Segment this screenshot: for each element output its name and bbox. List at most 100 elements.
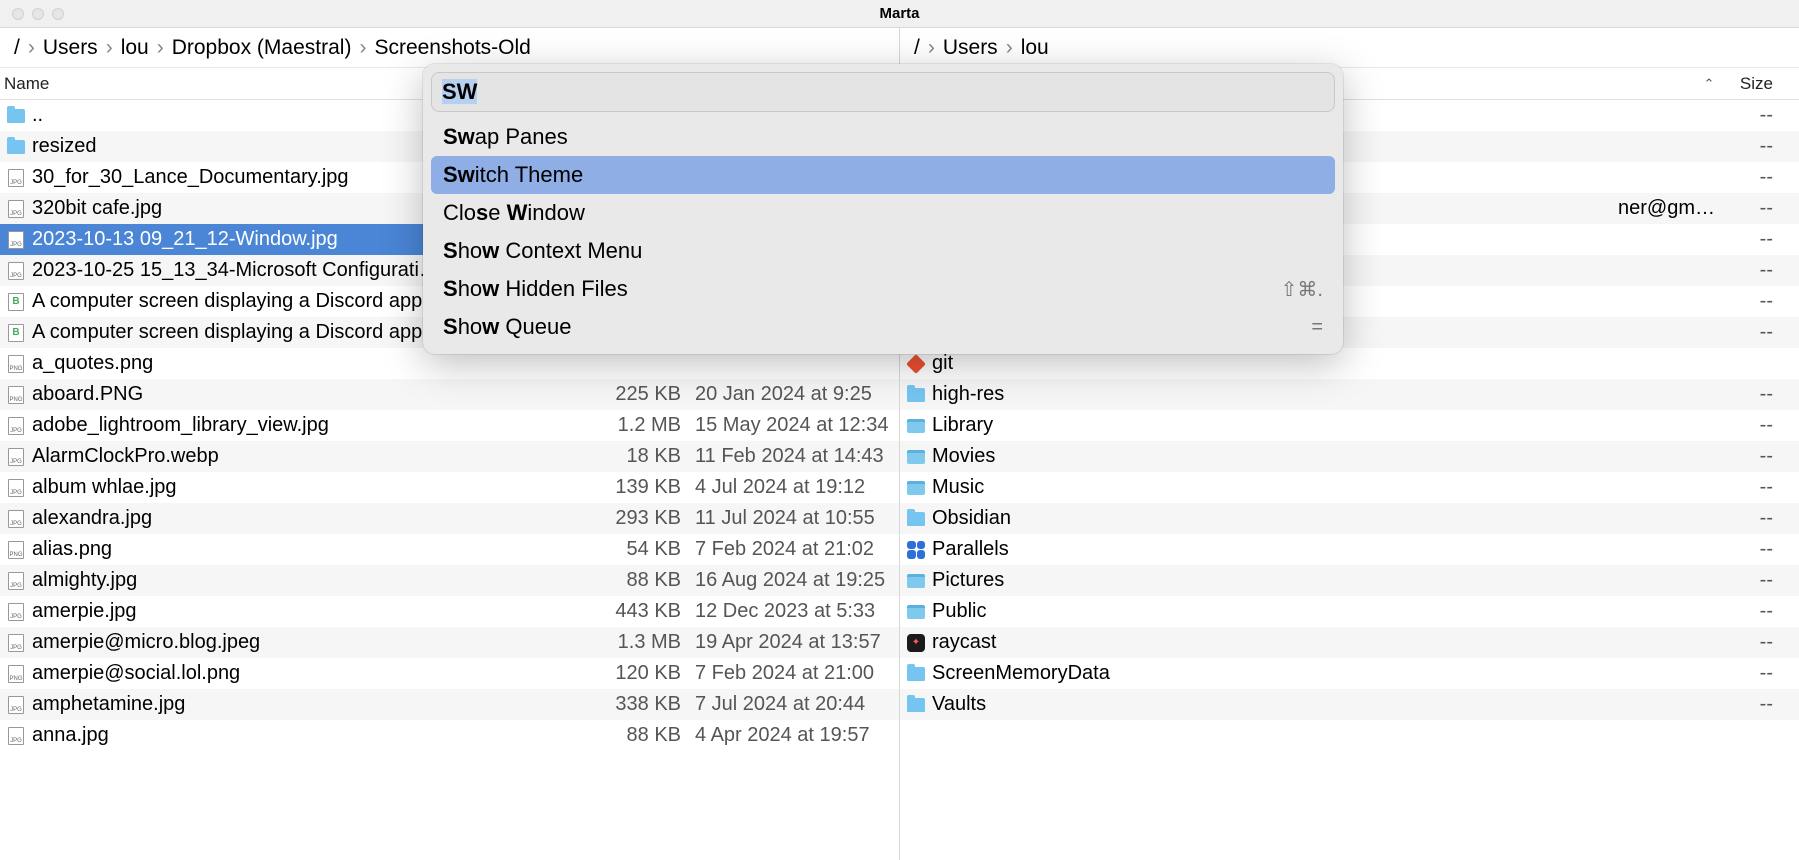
file-row[interactable]: Library--: [900, 410, 1799, 441]
file-size: 443 KB: [599, 600, 689, 623]
chevron-right-icon: ›: [1002, 36, 1017, 60]
file-row[interactable]: Parallels--: [900, 534, 1799, 565]
column-size[interactable]: Size: [1719, 74, 1779, 94]
chevron-right-icon: ›: [924, 36, 939, 60]
file-size: --: [1719, 476, 1779, 499]
breadcrumb-segment[interactable]: lou: [117, 36, 153, 60]
file-name: high-res: [932, 383, 1719, 406]
file-name: Obsidian: [932, 507, 1719, 530]
file-row[interactable]: Public--: [900, 596, 1799, 627]
command-palette-item[interactable]: Show Queue=: [431, 308, 1335, 346]
file-row[interactable]: aboard.PNG225 KB20 Jan 2024 at 9:25: [0, 379, 899, 410]
command-palette-item[interactable]: Show Hidden Files⇧⌘.: [431, 270, 1335, 308]
file-name: Library: [932, 414, 1719, 437]
file-row[interactable]: album whlae.jpg139 KB4 Jul 2024 at 19:12: [0, 472, 899, 503]
file-name: a_quotes.png: [32, 352, 599, 375]
file-size: --: [1719, 321, 1779, 344]
file-row[interactable]: high-res--: [900, 379, 1799, 410]
file-name: alexandra.jpg: [32, 507, 599, 530]
breadcrumb-segment[interactable]: Dropbox (Maestral): [168, 36, 356, 60]
file-modified: 4 Apr 2024 at 19:57: [689, 724, 899, 747]
file-row[interactable]: Music--: [900, 472, 1799, 503]
file-name: amerpie@social.lol.png: [32, 662, 599, 685]
jpg-file-icon: [8, 448, 24, 466]
file-name: Vaults: [932, 693, 1719, 716]
file-name: almighty.jpg: [32, 569, 599, 592]
file-size: 120 KB: [599, 662, 689, 685]
breadcrumb-segment[interactable]: /: [910, 36, 924, 60]
file-size: 338 KB: [599, 693, 689, 716]
file-row[interactable]: almighty.jpg88 KB16 Aug 2024 at 19:25: [0, 565, 899, 596]
file-name: alias.png: [32, 538, 599, 561]
folder-icon: [7, 109, 25, 123]
folder-icon: [7, 140, 25, 154]
file-row[interactable]: alias.png54 KB7 Feb 2024 at 21:02: [0, 534, 899, 565]
command-palette-item[interactable]: Switch Theme: [431, 156, 1335, 194]
file-row[interactable]: ScreenMemoryData--: [900, 658, 1799, 689]
file-size: --: [1719, 135, 1779, 158]
close-window-button[interactable]: [12, 8, 24, 20]
command-label: Switch Theme: [443, 162, 583, 188]
file-row[interactable]: alexandra.jpg293 KB11 Jul 2024 at 10:55: [0, 503, 899, 534]
command-palette-item[interactable]: Swap Panes: [431, 118, 1335, 156]
file-row[interactable]: amphetamine.jpg338 KB7 Jul 2024 at 20:44: [0, 689, 899, 720]
breadcrumb-segment[interactable]: /: [10, 36, 24, 60]
folder-icon: [907, 698, 925, 712]
file-row[interactable]: AlarmClockPro.webp18 KB11 Feb 2024 at 14…: [0, 441, 899, 472]
file-size: --: [1719, 104, 1779, 127]
chevron-right-icon: ›: [355, 36, 370, 60]
maximize-window-button[interactable]: [52, 8, 64, 20]
jpg-file-icon: [8, 262, 24, 280]
file-name: amphetamine.jpg: [32, 693, 599, 716]
file-size: --: [1719, 228, 1779, 251]
breadcrumb-segment[interactable]: Users: [939, 36, 1002, 60]
file-row[interactable]: adobe_lightroom_library_view.jpg1.2 MB15…: [0, 410, 899, 441]
file-modified: 15 May 2024 at 12:34: [689, 414, 899, 437]
jpg-file-icon: [8, 200, 24, 218]
file-row[interactable]: Movies--: [900, 441, 1799, 472]
jpg-file-icon: [8, 417, 24, 435]
titlebar: Marta: [0, 0, 1799, 28]
png-file-icon: [8, 665, 24, 683]
jpg-file-icon: [8, 572, 24, 590]
folder-icon: [907, 388, 925, 402]
breadcrumbs-left[interactable]: /›Users›lou›Dropbox (Maestral)›Screensho…: [0, 28, 899, 68]
document-file-icon: B: [8, 293, 24, 311]
system-folder-icon: [907, 450, 925, 464]
system-folder-icon: [907, 419, 925, 433]
file-size: --: [1719, 197, 1779, 220]
system-folder-icon: [907, 481, 925, 495]
file-size: 139 KB: [599, 476, 689, 499]
breadcrumb-segment[interactable]: lou: [1017, 36, 1053, 60]
file-name: ScreenMemoryData: [932, 662, 1719, 685]
jpg-file-icon: [8, 231, 24, 249]
sort-indicator[interactable]: ⌃: [1699, 76, 1719, 92]
file-modified: 7 Feb 2024 at 21:02: [689, 538, 899, 561]
breadcrumbs-right[interactable]: /›Users›lou: [900, 28, 1799, 68]
file-row[interactable]: Vaults--: [900, 689, 1799, 720]
file-row[interactable]: anna.jpg88 KB4 Apr 2024 at 19:57: [0, 720, 899, 751]
command-palette-item[interactable]: Show Context Menu: [431, 232, 1335, 270]
file-size: 293 KB: [599, 507, 689, 530]
file-row[interactable]: amerpie.jpg443 KB12 Dec 2023 at 5:33: [0, 596, 899, 627]
minimize-window-button[interactable]: [32, 8, 44, 20]
file-size: 1.3 MB: [599, 631, 689, 654]
file-row[interactable]: Obsidian--: [900, 503, 1799, 534]
breadcrumb-segment[interactable]: Screenshots-Old: [370, 36, 534, 60]
file-size: --: [1719, 538, 1779, 561]
command-palette-item[interactable]: Close Window: [431, 194, 1335, 232]
command-palette-input-wrap[interactable]: SW: [431, 72, 1335, 112]
file-name: Music: [932, 476, 1719, 499]
command-palette-input[interactable]: SW: [442, 79, 1324, 105]
file-row[interactable]: amerpie@micro.blog.jpeg1.3 MB19 Apr 2024…: [0, 627, 899, 658]
chevron-right-icon: ›: [102, 36, 117, 60]
file-row[interactable]: amerpie@social.lol.png120 KB7 Feb 2024 a…: [0, 658, 899, 689]
file-size: 54 KB: [599, 538, 689, 561]
command-label: Show Context Menu: [443, 238, 642, 264]
breadcrumb-segment[interactable]: Users: [39, 36, 102, 60]
file-row[interactable]: Pictures--: [900, 565, 1799, 596]
file-row[interactable]: raycast--: [900, 627, 1799, 658]
file-name: adobe_lightroom_library_view.jpg: [32, 414, 599, 437]
command-palette-list: Swap Panes Switch Theme Close Window Show C…: [431, 118, 1335, 346]
command-palette[interactable]: SW Swap Panes Switch Theme Close Window Sho…: [423, 64, 1343, 354]
